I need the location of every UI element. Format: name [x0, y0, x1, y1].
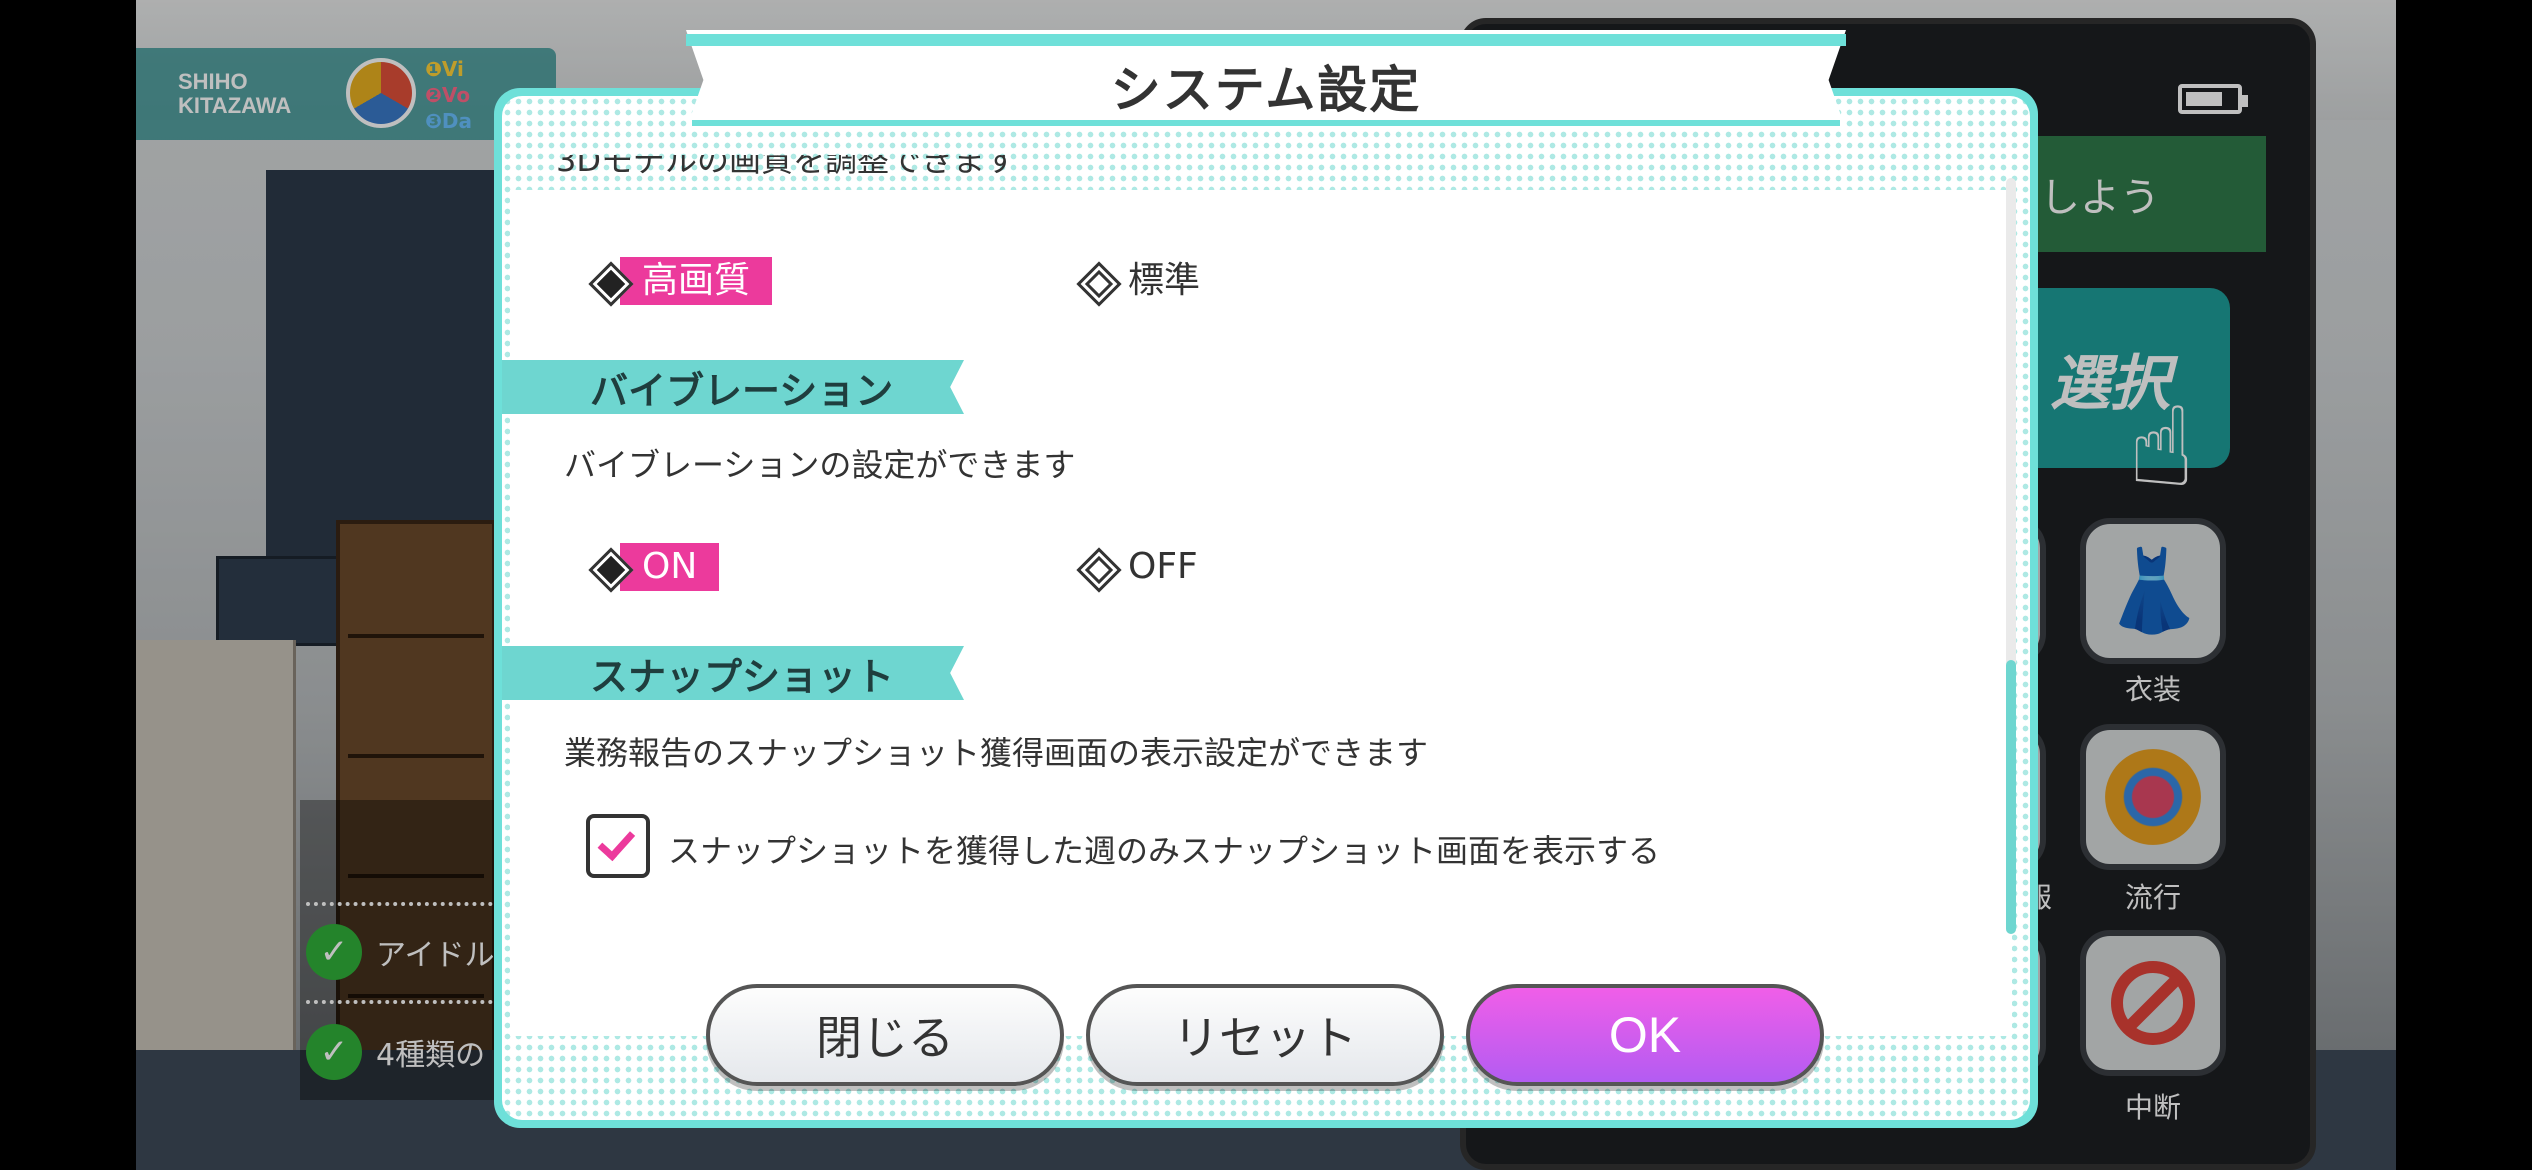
close-button[interactable]: 閉じる: [706, 984, 1064, 1086]
section-heading-text: バイブレーション: [590, 368, 894, 413]
close-button-label: 閉じる: [816, 1011, 954, 1065]
settings-scroll-area[interactable]: [510, 190, 2012, 1036]
snapshot-checkbox-label[interactable]: スナップショットを獲得した週のみスナップショット画面を表示する: [668, 826, 1660, 872]
checkmark-icon: [597, 822, 636, 862]
option-high-quality[interactable]: 高画質: [588, 254, 773, 308]
option-label: OFF: [1128, 546, 1198, 587]
option-vibration-off[interactable]: OFF: [1076, 540, 1212, 594]
diamond-selected-icon: [588, 261, 628, 301]
reset-button-label: リセット: [1173, 1011, 1357, 1065]
option-label: 標準: [1128, 260, 1201, 301]
dialog-frame: [502, 96, 2030, 1120]
section-heading-text: スナップショット: [590, 654, 895, 699]
vibration-description: バイブレーションの設定ができます: [564, 446, 1076, 484]
dialog-title: システム設定: [1110, 61, 1422, 119]
option-label: ON: [620, 543, 720, 591]
scrollbar-thumb[interactable]: [2006, 660, 2016, 934]
option-label: 高画質: [620, 257, 773, 305]
dialog-title-bar: システム設定: [686, 30, 1846, 130]
snapshot-description: 業務報告のスナップショット獲得画面の表示設定ができます: [564, 734, 1429, 772]
diamond-unselected-icon: [1076, 547, 1116, 587]
diamond-selected-icon: [588, 547, 628, 587]
option-standard[interactable]: 標準: [1076, 254, 1214, 308]
ok-button[interactable]: OK: [1466, 984, 1824, 1086]
option-vibration-on[interactable]: ON: [588, 540, 720, 594]
graphics-description: 3Dモデルの画質を調整できます: [556, 155, 1018, 179]
reset-button[interactable]: リセット: [1086, 984, 1444, 1086]
graphics-description-clipped: 3Dモデルの画質を調整できます: [500, 155, 1400, 191]
snapshot-checkbox[interactable]: [586, 814, 650, 878]
section-heading-vibration: バイブレーション: [502, 360, 964, 414]
ok-button-label: OK: [1608, 1007, 1682, 1063]
section-heading-snapshot: スナップショット: [502, 646, 964, 700]
system-settings-dialog: [494, 88, 2038, 1128]
diamond-unselected-icon: [1076, 261, 1116, 301]
